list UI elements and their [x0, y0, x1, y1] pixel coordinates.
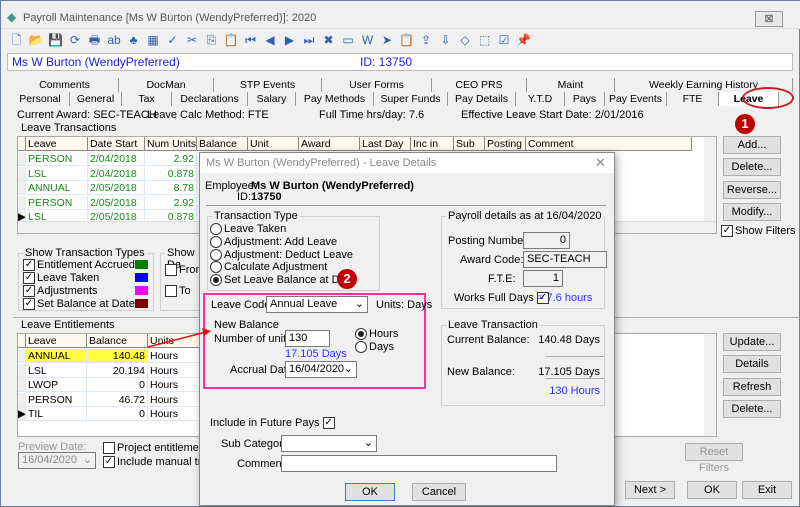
annotation-arrow: [147, 328, 211, 348]
